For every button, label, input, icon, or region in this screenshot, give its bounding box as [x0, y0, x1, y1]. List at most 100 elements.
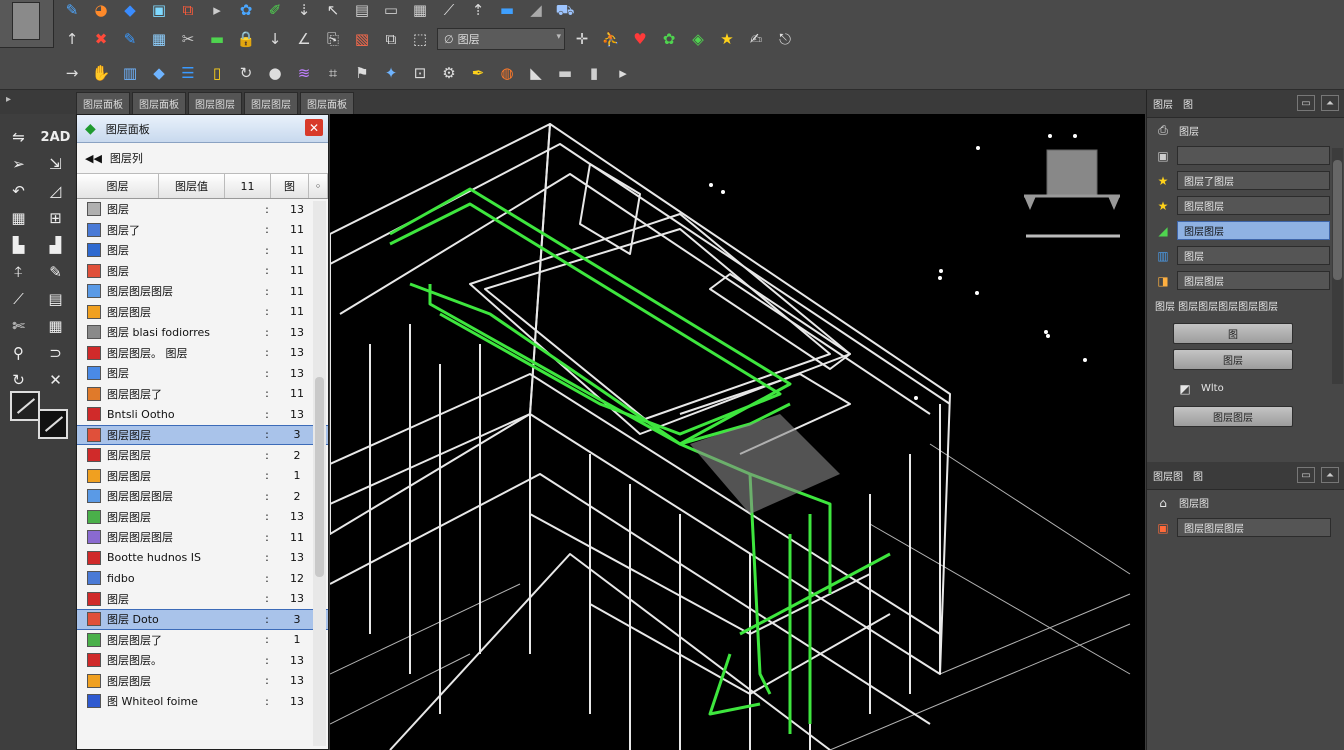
- pencil-icon[interactable]: ✎: [118, 27, 142, 51]
- foreground-color-swatch[interactable]: [10, 391, 40, 421]
- list-item[interactable]: 图层图层了: 1: [77, 630, 328, 651]
- fill-icon[interactable]: ◆: [118, 1, 142, 19]
- shapes-icon[interactable]: ◢: [524, 1, 548, 19]
- view-cube-icon[interactable]: [1024, 149, 1120, 238]
- property-row[interactable]: ★ 图层图层: [1147, 193, 1344, 218]
- property-row[interactable]: ▥ 图层: [1147, 243, 1344, 268]
- frame-icon[interactable]: ⧉: [176, 1, 200, 19]
- list-item[interactable]: 图 Whiteol foime: 13: [77, 691, 328, 712]
- property-row[interactable]: ◢ 图层图层: [1147, 218, 1344, 243]
- secondary-tab-1[interactable]: 图: [1193, 468, 1203, 483]
- chevron-down-icon[interactable]: ▾: [556, 32, 561, 42]
- drop-icon[interactable]: ●: [263, 61, 287, 85]
- action-button-1[interactable]: 图层: [1173, 349, 1293, 370]
- stamp-tool-icon[interactable]: ▙: [0, 234, 37, 256]
- palette-icon[interactable]: ✿: [657, 27, 681, 51]
- download-icon[interactable]: ↓: [263, 27, 287, 51]
- 2d-tool-label[interactable]: 2AD: [37, 126, 74, 148]
- pencil-tool-icon[interactable]: ✎: [37, 261, 74, 283]
- ruler-icon[interactable]: ◣: [524, 61, 548, 85]
- palette-icon[interactable]: ◕: [89, 1, 113, 19]
- action-button-2[interactable]: 图层图层: [1173, 406, 1293, 427]
- list-item[interactable]: 图层图层图层: 11: [77, 527, 328, 548]
- list-item[interactable]: 图层图层: 11: [77, 302, 328, 323]
- background-color-swatch[interactable]: [38, 409, 68, 439]
- paste-icon[interactable]: ⎘: [321, 27, 345, 51]
- column-header-a[interactable]: 11: [225, 174, 271, 198]
- minimize-icon[interactable]: ▭: [1297, 467, 1315, 483]
- collapse-icon[interactable]: ⏶: [1321, 95, 1339, 111]
- globe-icon[interactable]: ◍: [495, 61, 519, 85]
- lock-icon[interactable]: 🔒: [234, 27, 258, 51]
- export-icon[interactable]: ⎋: [773, 27, 797, 51]
- list-item[interactable]: 图层图层: 13: [77, 671, 328, 692]
- angle-icon[interactable]: ∠: [292, 27, 316, 51]
- zoom-tool-icon[interactable]: ⚲: [0, 342, 37, 364]
- pin-tool-icon[interactable]: ⍏: [0, 261, 37, 283]
- tab-0[interactable]: 图层面板: [76, 92, 130, 114]
- photo-icon[interactable]: ▧: [350, 27, 374, 51]
- column-menu-icon[interactable]: ◦: [309, 174, 328, 198]
- list-item[interactable]: 图层图层了: 11: [77, 384, 328, 405]
- lasso-tool-icon[interactable]: ↶: [0, 180, 37, 202]
- arrow-up-icon[interactable]: ↑: [60, 27, 84, 51]
- wave-icon[interactable]: ≋: [292, 61, 316, 85]
- run-icon[interactable]: ⛹: [599, 27, 623, 51]
- select-tool-icon[interactable]: ⇋: [0, 126, 37, 148]
- note-icon[interactable]: ✍: [744, 27, 768, 51]
- more-icon[interactable]: ▸: [611, 61, 635, 85]
- secondary-tab-0[interactable]: 图层图: [1153, 468, 1183, 483]
- diamond-icon[interactable]: ◆: [147, 61, 171, 85]
- trash-icon[interactable]: ▮: [582, 61, 606, 85]
- curve-tool-icon[interactable]: ⊃: [37, 342, 74, 364]
- pin-icon[interactable]: ⇣: [292, 1, 316, 19]
- list-item[interactable]: 图层了: 11: [77, 220, 328, 241]
- close-button[interactable]: ✕: [305, 119, 323, 136]
- monitor-icon[interactable]: ▣: [147, 1, 171, 19]
- list-item[interactable]: 图层: 13: [77, 363, 328, 384]
- move-icon[interactable]: ✛: [570, 27, 594, 51]
- rotate-tool-icon[interactable]: ↻: [0, 369, 37, 391]
- property-row[interactable]: ▣: [1147, 143, 1344, 168]
- column-header-name[interactable]: 图层: [77, 174, 159, 198]
- window-icon[interactable]: ▭: [379, 1, 403, 19]
- collapse-icon[interactable]: ⏶: [1321, 467, 1339, 483]
- brush-icon[interactable]: ✐: [263, 1, 287, 19]
- list-item[interactable]: 图层图层: 1: [77, 466, 328, 487]
- list-item[interactable]: 图层图层: 13: [77, 507, 328, 528]
- grid-tool-icon[interactable]: ▦: [0, 207, 37, 229]
- scissor-tool-icon[interactable]: ✄: [0, 315, 37, 337]
- arrow-tool-icon[interactable]: ➢: [0, 153, 37, 175]
- pen2-icon[interactable]: ✒: [466, 61, 490, 85]
- list-item[interactable]: 图层 blasi fodiorres: 13: [77, 322, 328, 343]
- upload-icon[interactable]: ⇡: [466, 1, 490, 19]
- list-item[interactable]: 图层图层: 3: [77, 424, 328, 445]
- flag-icon[interactable]: ⚑: [350, 61, 374, 85]
- heart-icon[interactable]: ♥: [628, 27, 652, 51]
- play-icon[interactable]: ▸: [205, 1, 229, 19]
- header-tab-0[interactable]: 图层: [1153, 96, 1173, 111]
- pointer-icon[interactable]: ↖: [321, 1, 345, 19]
- tab-4[interactable]: 图层面板: [300, 92, 354, 114]
- scissors-icon[interactable]: ✂: [176, 27, 200, 51]
- tag-icon[interactable]: ◈: [686, 27, 710, 51]
- list-item[interactable]: 图层图层。: 13: [77, 650, 328, 671]
- list-icon[interactable]: ☰: [176, 61, 200, 85]
- crop-icon[interactable]: ⌗: [321, 61, 345, 85]
- layer-dropdown[interactable]: ∅ 图层 ▾: [437, 28, 565, 50]
- colorwheel-icon[interactable]: ✿: [234, 1, 258, 19]
- list-item[interactable]: 图层图层。 图层: 13: [77, 343, 328, 364]
- properties-scrollbar[interactable]: [1332, 148, 1343, 384]
- bird-icon[interactable]: ✦: [379, 61, 403, 85]
- list-item[interactable]: fidbo: 12: [77, 568, 328, 589]
- arrow-right-icon[interactable]: →: [60, 61, 84, 85]
- list-item[interactable]: Bootte hudnos IS: 13: [77, 548, 328, 569]
- gear-icon[interactable]: ⚙: [437, 61, 461, 85]
- list-item[interactable]: 图层: 11: [77, 240, 328, 261]
- tab-3[interactable]: 图层图层: [244, 92, 298, 114]
- redo-icon[interactable]: ↻: [234, 61, 258, 85]
- application-menu-button[interactable]: [0, 0, 54, 48]
- bars-icon[interactable]: ▥: [118, 61, 142, 85]
- image-icon[interactable]: ▦: [408, 1, 432, 19]
- property-row[interactable]: ◨ 图层图层: [1147, 268, 1344, 293]
